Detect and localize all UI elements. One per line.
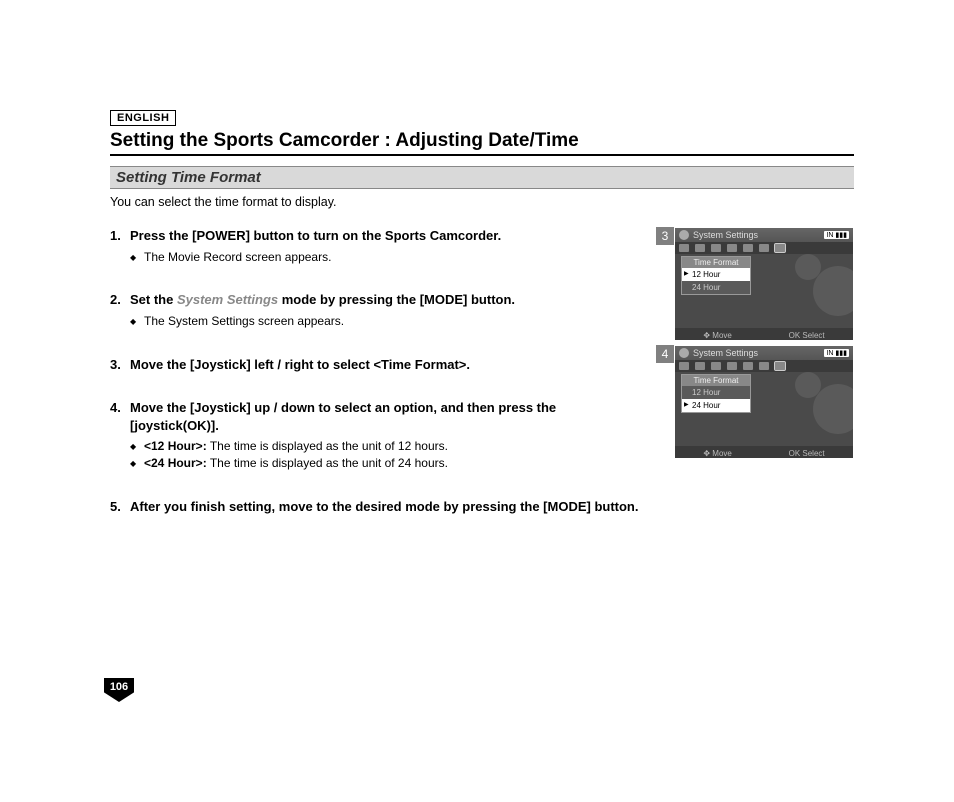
footer-select: OK Select <box>789 331 825 340</box>
footer-select: OK Select <box>789 449 825 458</box>
screen-icon-row <box>675 242 853 254</box>
screen-footer: ✥ Move OK Select <box>675 446 853 459</box>
screen-wrap: 3 System Settings IN ▮▮▮ Time Format12 Hour… <box>656 227 854 341</box>
step-item: Move the [Joystick] left / right to sele… <box>110 356 644 374</box>
screen-header: System Settings IN ▮▮▮ <box>675 228 853 242</box>
step-item: Press the [POWER] button to turn on the … <box>110 227 644 265</box>
gear-icon <box>679 230 689 240</box>
mode-icon <box>695 244 705 252</box>
step-subitem: The Movie Record screen appears. <box>130 249 644 266</box>
mode-icon <box>743 362 753 370</box>
screen-body: Time Format12 Hour24 Hour <box>675 254 853 328</box>
mode-icon <box>695 362 705 370</box>
screen-number: 4 <box>656 345 674 363</box>
screen-footer: ✥ Move OK Select <box>675 328 853 341</box>
gear-icon <box>679 348 689 358</box>
step-item: Set the System Settings mode by pressing… <box>110 291 644 329</box>
screen-body: Time Format12 Hour24 Hour <box>675 372 853 446</box>
subitem-bold: <24 Hour>: <box>144 456 207 470</box>
menu-title: Time Format <box>682 257 750 268</box>
step-item: After you finish setting, move to the de… <box>110 498 644 516</box>
mode-icon <box>775 362 785 370</box>
menu-option: 24 Hour <box>682 281 750 294</box>
step-subitem: <24 Hour>: The time is displayed as the … <box>130 455 644 472</box>
subitem-bold: <12 Hour>: <box>144 439 207 453</box>
step-item: Move the [Joystick] up / down to select … <box>110 399 644 472</box>
language-tag: ENGLISH <box>110 110 176 126</box>
mode-icon <box>679 362 689 370</box>
page-title: Setting the Sports Camcorder : Adjusting… <box>110 130 854 156</box>
screens-column: 3System SettingsIN ▮▮▮Time Format12 Hour… <box>656 227 854 463</box>
screen-header: System Settings IN ▮▮▮ <box>675 346 853 360</box>
gear-icon <box>797 374 854 446</box>
steps-column: Press the [POWER] button to turn on the … <box>110 227 656 541</box>
screen-icon-row <box>675 360 853 372</box>
footer-move: ✥ Move <box>703 449 732 458</box>
step-gray-text: System Settings <box>177 292 278 307</box>
manual-page: ENGLISH Setting the Sports Camcorder : A… <box>110 108 854 541</box>
mode-icon <box>759 362 769 370</box>
menu-box: Time Format12 Hour24 Hour <box>681 256 751 295</box>
page-number-badge: 106 <box>104 678 134 702</box>
battery-icon: IN ▮▮▮ <box>824 349 849 357</box>
step-sublist: The Movie Record screen appears. <box>130 249 644 266</box>
mode-icon <box>711 244 721 252</box>
battery-icon: IN ▮▮▮ <box>824 231 849 239</box>
mode-icon <box>775 244 785 252</box>
mode-icon <box>727 362 737 370</box>
intro-text: You can select the time format to displa… <box>110 195 854 209</box>
screen-header-title: System Settings <box>693 230 758 240</box>
content-row: Press the [POWER] button to turn on the … <box>110 227 854 541</box>
step-sublist: <12 Hour>: The time is displayed as the … <box>130 438 644 472</box>
footer-move: ✥ Move <box>703 331 732 340</box>
screen-wrap: 4 System Settings IN ▮▮▮ Time Format12 Hour… <box>656 345 854 459</box>
mode-icon <box>759 244 769 252</box>
gear-icon <box>797 256 854 328</box>
menu-option: 12 Hour <box>682 268 750 281</box>
step-subitem: The System Settings screen appears. <box>130 313 644 330</box>
mode-icon <box>727 244 737 252</box>
step-subitem: <12 Hour>: The time is displayed as the … <box>130 438 644 455</box>
camcorder-screen: System Settings IN ▮▮▮ Time Format12 Hour2… <box>674 227 854 341</box>
mode-icon <box>743 244 753 252</box>
menu-title: Time Format <box>682 375 750 386</box>
mode-icon <box>679 244 689 252</box>
section-subtitle: Setting Time Format <box>110 166 854 189</box>
screen-number: 3 <box>656 227 674 245</box>
screen-header-title: System Settings <box>693 348 758 358</box>
menu-option: 12 Hour <box>682 386 750 399</box>
steps-list: Press the [POWER] button to turn on the … <box>110 227 644 515</box>
mode-icon <box>711 362 721 370</box>
menu-box: Time Format12 Hour24 Hour <box>681 374 751 413</box>
step-sublist: The System Settings screen appears. <box>130 313 644 330</box>
menu-option: 24 Hour <box>682 399 750 412</box>
camcorder-screen: System Settings IN ▮▮▮ Time Format12 Hour2… <box>674 345 854 459</box>
